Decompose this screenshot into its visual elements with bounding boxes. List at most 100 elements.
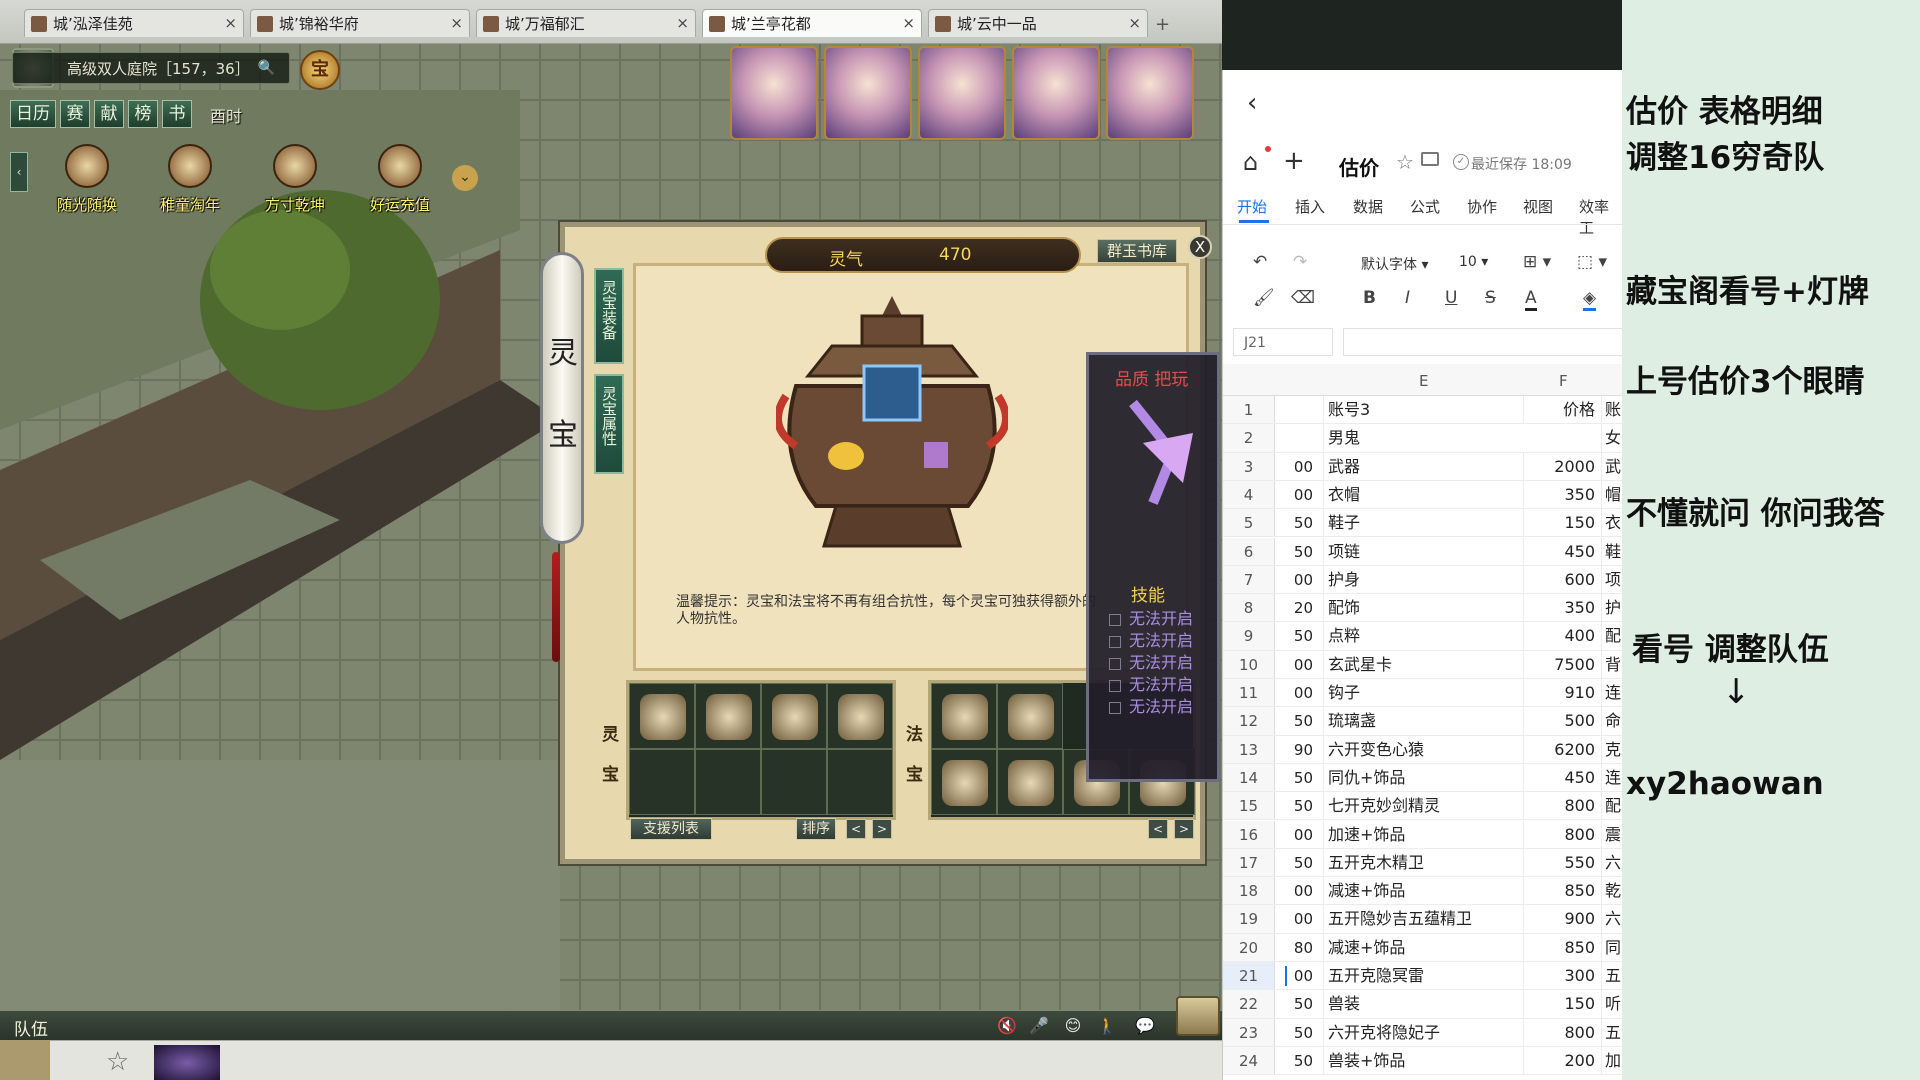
cell-d[interactable]: 90 <box>1279 736 1313 764</box>
cell-d[interactable]: 50 <box>1279 509 1313 537</box>
ranking-button[interactable]: 榜 <box>128 100 158 128</box>
cell-d[interactable]: 50 <box>1279 1047 1313 1075</box>
row-number[interactable]: 13 <box>1223 735 1275 763</box>
cell-g[interactable]: 配 <box>1601 792 1622 821</box>
team-button[interactable]: 队伍 <box>14 1015 48 1040</box>
book-button[interactable]: 书 <box>162 100 192 128</box>
table-row[interactable]: 24 50 兽装+饰品 200 加 <box>1223 1046 1622 1076</box>
table-row[interactable]: 12 50 琉璃盏 500 命 <box>1223 707 1622 736</box>
table-row[interactable]: 16 00 加速+饰品 800 震 <box>1223 820 1622 849</box>
cell-g[interactable]: 账 <box>1601 396 1622 424</box>
prev-page-button[interactable]: < <box>846 819 866 839</box>
cell-f[interactable]: 800 <box>1523 792 1601 821</box>
document-title[interactable]: 估价 <box>1339 152 1379 181</box>
next-page-button[interactable]: > <box>872 819 892 839</box>
team-portrait-4[interactable] <box>1012 46 1100 140</box>
cell-f[interactable]: 850 <box>1523 933 1601 962</box>
row-number[interactable]: 8 <box>1223 594 1275 622</box>
cell-e[interactable]: 配饰 <box>1323 594 1523 623</box>
new-tab-button[interactable]: + <box>1155 14 1170 35</box>
cell-f[interactable]: 150 <box>1523 509 1601 538</box>
merge-icon[interactable]: ⬚ ▾ <box>1577 252 1607 272</box>
row-number[interactable]: 23 <box>1223 1018 1275 1046</box>
cell-g[interactable]: 六 <box>1601 905 1622 934</box>
library-button[interactable]: 群玉书库 <box>1097 239 1177 263</box>
cell-g[interactable]: 听 <box>1601 990 1622 1019</box>
cell-d[interactable]: 00 <box>1279 679 1313 707</box>
menu-insert[interactable]: 插入 <box>1295 196 1325 217</box>
table-row[interactable]: 4 00 衣帽 350 帽 <box>1223 480 1622 510</box>
table-row[interactable]: 19 00 五开隐妙吉五蕴精卫 900 六 <box>1223 905 1622 934</box>
font-size-select[interactable]: 10 ▾ <box>1459 254 1488 270</box>
team-portrait-3[interactable] <box>918 46 1006 140</box>
tab-lingbao-attr[interactable]: 灵宝属性 <box>594 374 624 474</box>
undo-icon[interactable]: ↶ <box>1253 252 1267 272</box>
cell-g[interactable]: 背 <box>1601 650 1622 679</box>
close-icon[interactable]: × <box>224 14 237 32</box>
table-row[interactable]: 13 90 六开变色心猿 6200 克 <box>1223 735 1622 764</box>
table-row[interactable]: 20 80 减速+饰品 850 同 <box>1223 933 1622 962</box>
item-slot[interactable] <box>931 749 997 815</box>
chat-icon[interactable]: 💬 <box>1134 1015 1156 1037</box>
taskbar-app-icon[interactable] <box>0 1040 50 1080</box>
cell-f[interactable]: 800 <box>1523 1018 1601 1047</box>
cell-g[interactable]: 武 <box>1601 452 1622 481</box>
microphone-icon[interactable]: 🎤 <box>1028 1015 1050 1037</box>
cell-f[interactable]: 200 <box>1523 1046 1601 1075</box>
cell-g[interactable]: 克 <box>1601 735 1622 764</box>
row-number[interactable]: 19 <box>1223 905 1275 933</box>
row-number[interactable]: 2 <box>1223 424 1275 452</box>
cell-g[interactable]: 帽 <box>1601 480 1622 509</box>
cell-f[interactable]: 800 <box>1523 820 1601 849</box>
font-family-select[interactable]: 默认字体 ▾ <box>1361 254 1428 274</box>
row-number[interactable]: 21 <box>1223 962 1275 990</box>
row-number[interactable]: 22 <box>1223 990 1275 1018</box>
redo-icon[interactable]: ↷ <box>1293 252 1307 272</box>
cell-d[interactable]: 20 <box>1279 594 1313 622</box>
cell-d[interactable]: 50 <box>1279 990 1313 1018</box>
row-number[interactable]: 1 <box>1223 396 1275 424</box>
cell-e[interactable]: 五开克隐冥雷 <box>1323 962 1523 990</box>
cell-d[interactable]: 50 <box>1279 764 1313 792</box>
table-row[interactable]: 22 50 兽装 150 听 <box>1223 990 1622 1019</box>
table-row[interactable]: 2 男鬼 女 <box>1223 424 1622 453</box>
cell-e[interactable]: 五开克木精卫 <box>1323 848 1523 877</box>
activity-3[interactable]: 方寸乾坤 <box>250 144 340 215</box>
contest-button[interactable]: 赛 <box>60 100 90 128</box>
mute-icon[interactable]: 🔇 <box>996 1015 1018 1037</box>
table-row[interactable]: 14 50 同仇+饰品 450 连 <box>1223 763 1622 793</box>
fabao-next-button[interactable]: > <box>1174 819 1194 839</box>
row-number[interactable]: 9 <box>1223 622 1275 650</box>
item-slot[interactable] <box>931 683 997 749</box>
formula-bar[interactable] <box>1343 328 1622 356</box>
cell-e[interactable]: 减速+饰品 <box>1323 877 1523 906</box>
treasure-medal-icon[interactable]: 宝 <box>300 50 340 90</box>
row-number[interactable]: 4 <box>1223 480 1275 509</box>
cell-g[interactable]: 乾 <box>1601 877 1622 906</box>
item-slot[interactable] <box>629 749 695 815</box>
cell-g[interactable]: 六 <box>1601 848 1622 877</box>
cell-e[interactable]: 男鬼 <box>1323 424 1523 453</box>
cell-g[interactable]: 震 <box>1601 820 1622 849</box>
column-header-f[interactable]: F <box>1559 372 1568 390</box>
eraser-icon[interactable]: ⌫ <box>1291 288 1315 308</box>
cell-f[interactable]: 500 <box>1523 707 1601 736</box>
row-number[interactable]: 3 <box>1223 452 1275 480</box>
row-number[interactable]: 12 <box>1223 707 1275 735</box>
row-number[interactable]: 11 <box>1223 679 1275 707</box>
team-portrait-1[interactable] <box>730 46 818 140</box>
cell-e[interactable]: 账号3 <box>1323 396 1523 424</box>
offer-button[interactable]: 献 <box>94 100 124 128</box>
home-icon[interactable]: ⌂ <box>1243 148 1258 176</box>
italic-button[interactable]: I <box>1405 288 1410 308</box>
cell-e[interactable]: 六开变色心猿 <box>1323 735 1523 764</box>
cell-f[interactable]: 350 <box>1523 594 1601 623</box>
menu-collab[interactable]: 协作 <box>1467 196 1497 217</box>
support-list-button[interactable]: 支援列表 <box>630 818 712 840</box>
cell-e[interactable]: 兽装+饰品 <box>1323 1046 1523 1075</box>
tab-2[interactable]: 城’锦裕华府 × <box>250 9 470 37</box>
table-row[interactable]: 3 00 武器 2000 武 <box>1223 452 1622 481</box>
cell-d[interactable]: 50 <box>1279 792 1313 820</box>
close-button[interactable]: X <box>1188 235 1212 259</box>
tab-4[interactable]: 城’兰亭花都 × <box>702 9 922 37</box>
